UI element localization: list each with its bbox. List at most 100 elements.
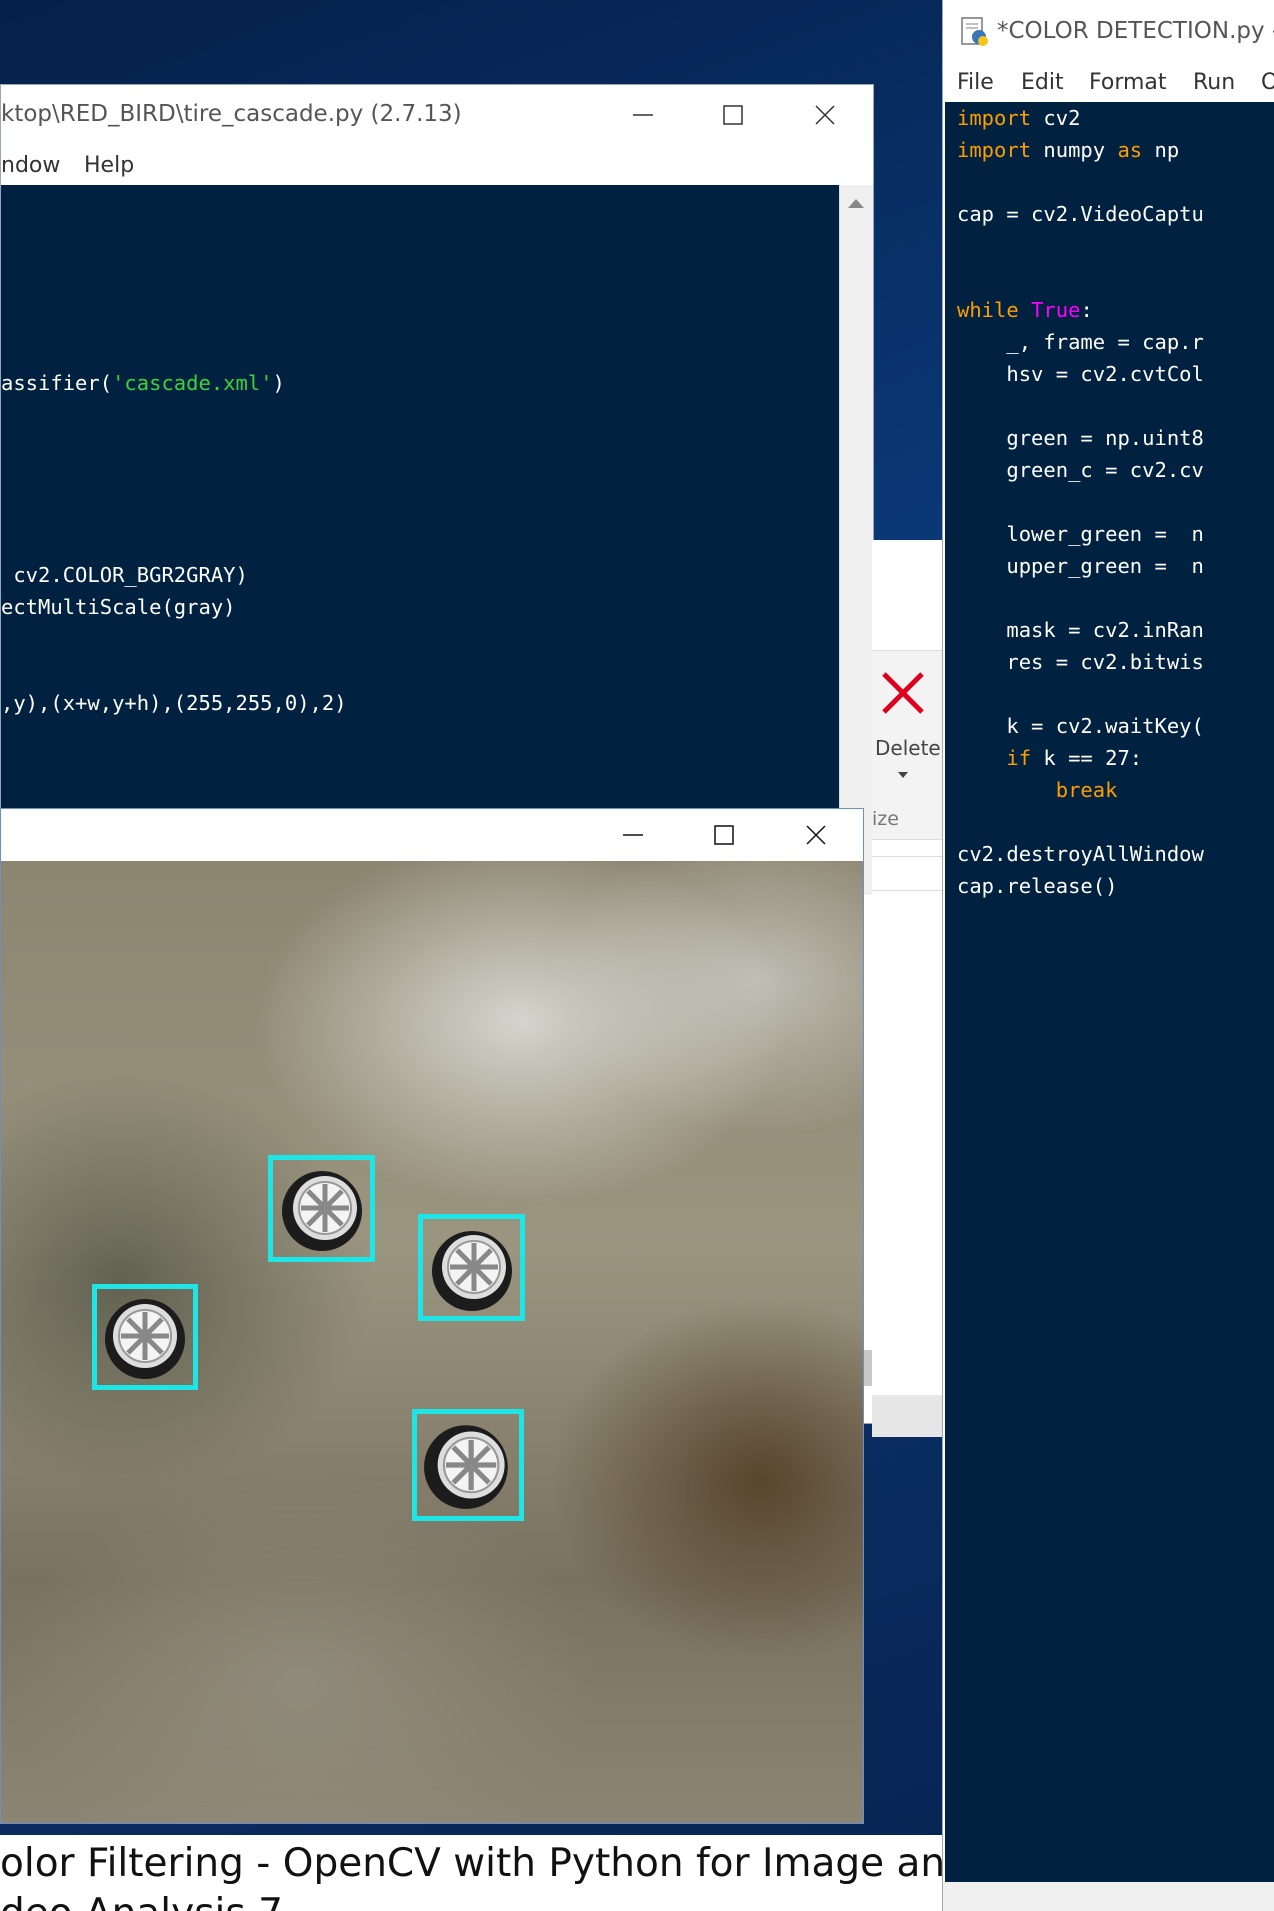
menu-edit[interactable]: Edit xyxy=(1021,70,1064,95)
close-icon xyxy=(806,825,826,845)
vertical-scrollbar[interactable] xyxy=(839,185,873,895)
code-token: cv2.destroyAllWindow xyxy=(957,842,1204,866)
code-token: green = np.uint8 xyxy=(957,426,1204,450)
detection-box xyxy=(412,1409,524,1521)
code-token: np xyxy=(1142,138,1180,162)
code-line[interactable]: cv2.destroyAllWindow xyxy=(957,842,1204,866)
code-token: cap = cv2.VideoCaptu xyxy=(957,202,1204,226)
code-line[interactable]: assifier('cascade.xml') xyxy=(1,371,285,395)
code-token: res = cv2.bitwis xyxy=(957,650,1204,674)
code-token: import xyxy=(957,138,1032,162)
camera-frame-image xyxy=(1,861,863,1823)
maximize-icon xyxy=(714,825,734,845)
status-bar xyxy=(943,1882,1274,1911)
menu-file[interactable]: File xyxy=(957,70,994,95)
code-token: upper_green = n xyxy=(957,554,1204,578)
minimize-button[interactable] xyxy=(603,811,663,859)
menu-run[interactable]: Run xyxy=(1193,70,1235,95)
code-token: while xyxy=(957,298,1019,322)
code-line[interactable]: res = cv2.bitwis xyxy=(957,650,1204,674)
code-line[interactable]: ,y),(x+w,y+h),(255,255,0),2) xyxy=(1,691,347,715)
scroll-up-arrow-icon[interactable] xyxy=(848,199,864,208)
code-line[interactable]: cap = cv2.VideoCaptu xyxy=(957,202,1204,226)
menu-options[interactable]: O xyxy=(1261,70,1274,95)
dropdown-arrow-icon[interactable] xyxy=(898,772,908,778)
maximize-button[interactable] xyxy=(703,91,763,139)
code-token: lower_green = n xyxy=(957,522,1204,546)
window-title: *COLOR DETECTION.py - C xyxy=(997,18,1274,44)
minimize-icon xyxy=(633,114,653,116)
code-token: ,y),(x+w,y+h),(255,255,0),2) xyxy=(1,691,347,715)
code-line[interactable]: if k == 27: xyxy=(957,746,1142,770)
code-line[interactable]: mask = cv2.inRan xyxy=(957,618,1204,642)
heading-line-2[interactable]: deo Analysis 7 xyxy=(0,1891,283,1911)
tire-icon xyxy=(281,1170,362,1251)
divider xyxy=(872,856,942,857)
divider xyxy=(872,890,942,891)
code-token: k = cv2.waitKey( xyxy=(957,714,1204,738)
code-line[interactable]: while True: xyxy=(957,298,1093,322)
code-token: k == 27: xyxy=(1031,746,1143,770)
delete-x-icon[interactable] xyxy=(878,668,928,718)
close-button[interactable] xyxy=(786,811,846,859)
code-token: break xyxy=(1055,778,1118,802)
maximize-button[interactable] xyxy=(694,811,754,859)
code-line[interactable]: upper_green = n xyxy=(957,554,1204,578)
close-icon xyxy=(815,105,835,125)
code-line[interactable]: green = np.uint8 xyxy=(957,426,1204,450)
code-token: cap.release() xyxy=(957,874,1118,898)
code-token: 'cascade.xml' xyxy=(112,371,273,395)
close-button[interactable] xyxy=(795,91,855,139)
background-page-heading: olor Filtering - OpenCV with Python for … xyxy=(0,1835,944,1911)
code-line[interactable]: import cv2 xyxy=(957,106,1080,130)
delete-button-label[interactable]: Delete xyxy=(875,736,941,760)
tire-icon xyxy=(105,1299,185,1379)
code-token: ) xyxy=(272,371,285,395)
detection-box xyxy=(268,1155,375,1262)
menu-window[interactable]: ndow xyxy=(1,153,60,178)
title-bar xyxy=(1,809,863,861)
code-token: as xyxy=(1117,138,1143,162)
code-line[interactable]: cap.release() xyxy=(957,874,1117,898)
detection-box xyxy=(92,1284,198,1390)
minimize-icon xyxy=(623,834,643,836)
scrollbar-thumb[interactable] xyxy=(864,1350,872,1386)
code-token: _, frame = cap.r xyxy=(957,330,1204,354)
code-editor[interactable]: import cv2 import numpy as np cap = cv2.Vi… xyxy=(945,102,1274,1882)
heading-line-1[interactable]: olor Filtering - OpenCV with Python for … xyxy=(0,1841,944,1886)
menu-help[interactable]: Help xyxy=(84,153,134,178)
code-line[interactable]: cv2.COLOR_BGR2GRAY) xyxy=(1,563,248,587)
code-token: assifier( xyxy=(1,371,113,395)
code-line[interactable]: hsv = cv2.cvtCol xyxy=(957,362,1204,386)
code-token: mask = cv2.inRan xyxy=(957,618,1204,642)
code-token: green_c = cv2.cv xyxy=(957,458,1204,482)
code-line[interactable]: break xyxy=(957,778,1118,802)
minimize-button[interactable] xyxy=(613,91,673,139)
python-file-icon xyxy=(961,17,988,46)
title-bar: ktop\RED_BIRD\tire_cascade.py (2.7.13) xyxy=(1,85,873,145)
code-token: import xyxy=(957,106,1032,130)
maximize-icon xyxy=(723,105,743,125)
code-line[interactable]: ectMultiScale(gray) xyxy=(1,595,236,619)
code-token: ectMultiScale(gray) xyxy=(1,595,236,619)
tire-icon xyxy=(424,1425,508,1509)
menu-bar: ndow Help xyxy=(1,145,873,185)
code-line[interactable]: green_c = cv2.cv xyxy=(957,458,1204,482)
code-token: True xyxy=(1031,298,1081,322)
code-line[interactable]: k = cv2.waitKey( xyxy=(957,714,1204,738)
code-line[interactable]: import numpy as np xyxy=(957,138,1179,162)
title-bar: *COLOR DETECTION.py - C xyxy=(943,0,1274,62)
code-line[interactable]: lower_green = n xyxy=(957,522,1204,546)
code-token: numpy xyxy=(1031,138,1118,162)
tire-icon xyxy=(431,1230,512,1311)
code-token: : xyxy=(1080,298,1093,322)
code-line[interactable]: _, frame = cap.r xyxy=(957,330,1204,354)
code-token: cv2.COLOR_BGR2GRAY) xyxy=(1,563,248,587)
idle-window-color-detection: *COLOR DETECTION.py - C File Edit Format… xyxy=(942,0,1274,1911)
code-editor[interactable]: assifier('cascade.xml') cv2.COLOR_BGR2GR… xyxy=(1,185,839,895)
menu-format[interactable]: Format xyxy=(1089,70,1167,95)
code-token: hsv = cv2.cvtCol xyxy=(957,362,1204,386)
